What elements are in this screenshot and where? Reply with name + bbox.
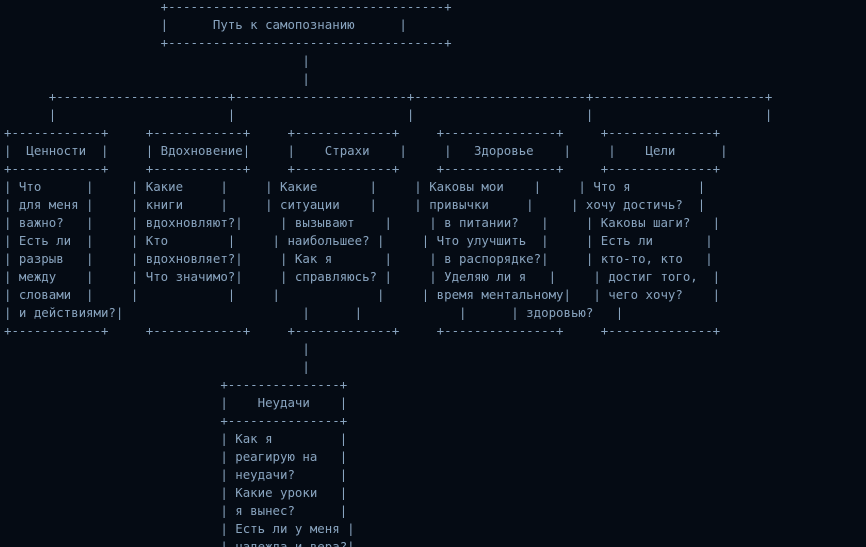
branch-line: +-----------------------+---------------… (4, 89, 773, 104)
box-border: +---------------+ (4, 377, 348, 392)
box-header-failures: | Неудачи | (4, 395, 348, 410)
branch-line: | | | | | (4, 107, 773, 122)
connector-line: | (4, 341, 310, 356)
box-content-line: | я вынес? | (4, 503, 348, 518)
box-content-line: | Есть ли у меня | (4, 521, 355, 536)
box-border: +------------+ +------------+ +---------… (4, 125, 721, 140)
box-content-line: | Что | | Какие | | Какие | | Каковы мои… (4, 179, 706, 194)
box-border: +---------------+ (4, 413, 348, 428)
diagram-line: +-------------------------------------+ (4, 0, 452, 14)
box-content-line: | между | | Что значимо?| | справляюсь? … (4, 269, 721, 284)
diagram-line: +-------------------------------------+ (4, 35, 452, 50)
box-border: +------------+ +------------+ +---------… (4, 323, 721, 338)
connector-line: | (4, 71, 310, 86)
box-content-line: | и действиями?| | | | | здоровью? | (4, 305, 624, 320)
box-content-line: | Есть ли | | Кто | | наибольшее? | | Чт… (4, 233, 713, 248)
box-content-line: | неудачи? | (4, 467, 348, 482)
box-content-line: | Какие уроки | (4, 485, 348, 500)
connector-line: | (4, 53, 310, 68)
box-content-line: | для меня | | книги | | ситуации | | пр… (4, 197, 706, 212)
box-content-line: | надежда и вера?| (4, 539, 355, 547)
connector-line: | (4, 359, 310, 374)
box-headers: | Ценности | | Вдохновение| | Страхи | |… (4, 143, 728, 158)
box-content-line: | Как я | (4, 431, 348, 446)
box-content-line: | реагирую на | (4, 449, 348, 464)
box-content-line: | важно? | | вдохновляют?| | вызывают | … (4, 215, 721, 230)
box-border: +------------+ +------------+ +---------… (4, 161, 721, 176)
box-content-line: | словами | | | | | | время ментальному|… (4, 287, 721, 302)
terminal-window: +-------------------------------------+ … (0, 0, 866, 547)
box-content-line: | разрыв | | вдохновляет?| | Как я | | в… (4, 251, 713, 266)
diagram-title: | Путь к самопознанию | (4, 17, 407, 32)
